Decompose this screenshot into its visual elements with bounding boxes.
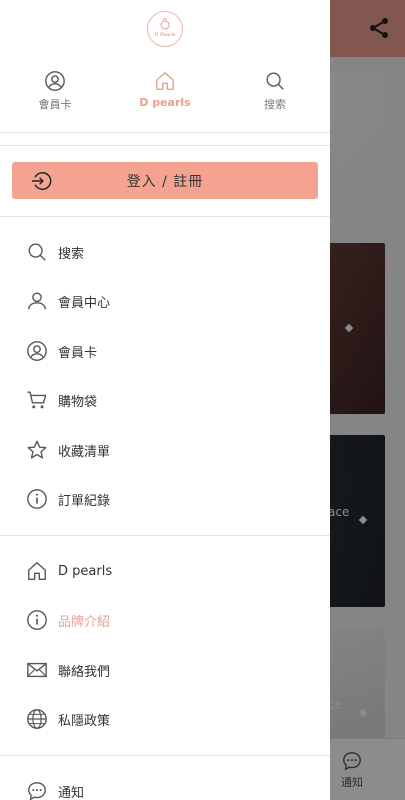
cart-icon <box>27 391 47 409</box>
menu-item-contact-us[interactable]: 聯絡我們 <box>0 650 330 690</box>
divider <box>0 755 330 756</box>
divider <box>0 132 330 133</box>
brand-logo[interactable]: D Pearls <box>147 11 183 47</box>
menu-item-member-center[interactable]: 會員中心 <box>0 281 330 321</box>
menu-item-privacy-policy[interactable]: 私隱政策 <box>0 699 330 739</box>
divider <box>0 216 330 217</box>
user-circle-icon <box>45 71 65 91</box>
login-register-button[interactable]: 登入 / 註冊 <box>12 162 318 199</box>
globe-icon <box>27 709 47 729</box>
tab-label: 搜索 <box>264 98 286 111</box>
menu-item-label: 私隱政策 <box>58 713 111 729</box>
menu-item-label: 會員卡 <box>58 345 98 361</box>
tab-label: D pearls <box>139 96 191 109</box>
drawer-top-tabs: 會員卡 D pearls 搜索 <box>0 70 330 120</box>
user-circle-icon <box>27 341 47 361</box>
menu-item-label: 收藏清單 <box>58 444 111 460</box>
menu-item-label: 品牌介紹 <box>58 614 111 630</box>
tab-label: 會員卡 <box>38 98 72 111</box>
menu-item-member-card[interactable]: 會員卡 <box>0 331 330 371</box>
menu-item-label: 搜索 <box>58 246 85 262</box>
tab-search[interactable]: 搜索 <box>220 70 330 120</box>
info-icon <box>27 610 47 630</box>
search-icon <box>266 72 284 90</box>
navigation-drawer: D Pearls 會員卡 D pearls 搜索 登入 / 註冊 搜索 會員中心… <box>0 0 330 800</box>
home-icon <box>28 562 46 580</box>
info-icon <box>27 489 47 509</box>
menu-item-label: 購物袋 <box>58 394 98 410</box>
logo-circle: D Pearls <box>147 11 183 47</box>
login-register-label: 登入 / 註冊 <box>126 173 204 190</box>
menu-item-label: 通知 <box>58 785 85 800</box>
menu-item-wishlist[interactable]: 收藏清單 <box>0 430 330 470</box>
logo-text: D Pearls <box>154 32 176 38</box>
pearl-logo-icon <box>160 18 170 30</box>
tab-d-pearls[interactable]: D pearls <box>110 70 220 120</box>
tab-member-card[interactable]: 會員卡 <box>0 70 110 120</box>
divider <box>0 145 330 146</box>
menu-item-label: 訂單紀錄 <box>58 493 111 509</box>
chat-icon <box>28 782 46 800</box>
menu-item-notifications[interactable]: 通知 <box>0 771 330 800</box>
home-icon <box>156 72 174 90</box>
search-icon <box>28 243 46 261</box>
menu-item-order-history[interactable]: 訂單紀錄 <box>0 479 330 519</box>
divider <box>0 535 330 536</box>
menu-item-d-pearls[interactable]: D pearls <box>0 551 330 591</box>
star-icon <box>27 440 47 459</box>
menu-item-label: 聯絡我們 <box>58 664 111 680</box>
menu-item-label: 會員中心 <box>58 295 111 311</box>
user-icon <box>28 292 46 310</box>
mail-icon <box>27 662 47 678</box>
menu-item-label: D pearls <box>58 563 113 579</box>
menu-item-shopping-bag[interactable]: 購物袋 <box>0 380 330 420</box>
menu-item-search[interactable]: 搜索 <box>0 232 330 272</box>
menu-item-brand-intro[interactable]: 品牌介紹 <box>0 600 330 640</box>
